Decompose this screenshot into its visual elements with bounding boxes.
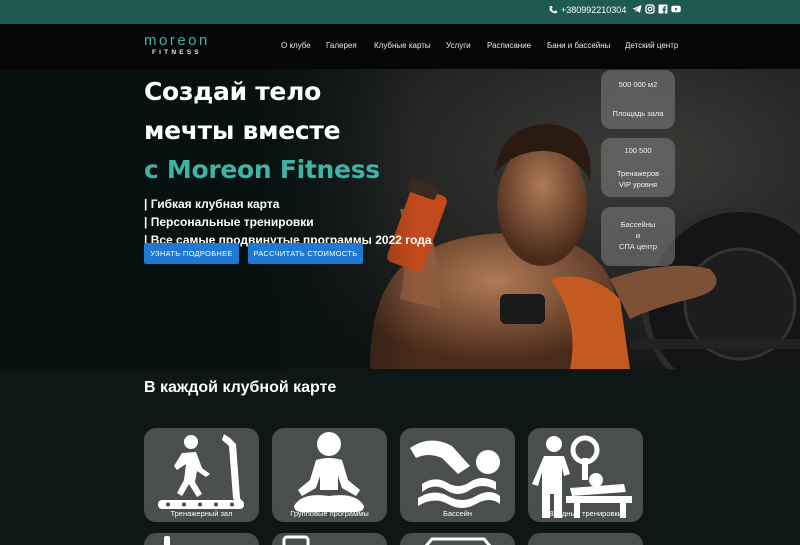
benefit-item: | Персональные тренировки [144,215,314,229]
nav-item-schedule[interactable]: Расписание [487,41,531,50]
learn-more-button[interactable]: УЗНАТЬ ПОДРОБНЕЕ [144,243,239,264]
card-label: Вводные тренировки [549,509,622,518]
main-nav: moreon FITNESS О клубе Галерея Клубные к… [0,24,800,69]
instagram-icon[interactable] [645,4,655,14]
parking-icon [282,535,310,545]
stat-label: Тренажеров [616,169,660,178]
feature-card-row2-1[interactable] [144,533,259,545]
feature-card-gym[interactable]: Тренажерный зал [144,428,259,522]
phone-link[interactable]: +380992210304 [548,5,626,15]
fitness-icon [528,533,643,545]
stat-card-pools: Бассейны и СПА центр [601,207,675,266]
hero-title-line-3: с Moreon Fitness [144,155,380,184]
benefit-item: | Гибкая клубная карта [144,197,280,211]
card-label: Групповые программы [290,509,369,518]
stat-value: 500 000 м2 [618,80,658,89]
spa-icon [424,537,492,545]
telegram-icon[interactable] [632,4,642,14]
nav-item-about[interactable]: О клубе [281,41,311,50]
nav-item-services[interactable]: Услуги [446,41,471,50]
hero-title-line-2: мечты вместе [144,116,341,145]
swimmer-icon [410,440,500,508]
hero-benefits-list: | Гибкая клубная карта | Персональные тр… [144,195,432,249]
top-bar: +380992210304 [0,0,800,24]
nav-menu: О клубе Галерея Клубные карты Услуги Рас… [0,41,800,53]
phone-number: +380992210304 [561,5,627,15]
feature-card-row2-4[interactable] [528,533,643,545]
phone-icon [549,6,557,14]
feature-card-group[interactable]: Групповые программы [272,428,387,522]
dumbbell-icon [164,536,170,545]
card-label: Бассейн [442,509,473,518]
nav-item-gallery[interactable]: Галерея [326,41,357,50]
stat-label: и [635,231,641,240]
feature-card-row2-2[interactable] [272,533,387,545]
social-links [632,4,681,14]
stat-card-equipment: 100 500 Тренажеров VIP уровня [601,138,675,197]
treadmill-runner-icon [158,434,244,509]
personal-trainer-icon [532,435,632,518]
stat-label: VIP уровня [618,180,658,189]
hero-title-line-1: Создай тело [144,77,321,106]
facebook-icon[interactable] [658,4,668,14]
feature-card-intro-training[interactable]: Вводные тренировки [528,428,643,522]
nav-item-baths-pools[interactable]: Бани и бассейны [547,41,610,50]
youtube-icon[interactable] [671,4,681,14]
stat-label: СПА центр [618,242,658,251]
nav-item-kids-center[interactable]: Детский центр [625,41,678,50]
feature-card-pool[interactable]: Бассейн [400,428,515,522]
feature-card-row2-3[interactable] [400,533,515,545]
stat-label: Площадь зала [612,109,664,118]
hero-section: Создай тело мечты вместе с Moreon Fitnes… [0,69,800,369]
stat-value: Бассейны [620,220,656,229]
section-title: В каждой клубной карте [144,379,337,396]
calculate-cost-button[interactable]: РАССЧИТАТЬ СТОИМОСТЬ [248,243,363,264]
nav-item-club-cards[interactable]: Клубные карты [374,41,431,50]
stat-card-area: 500 000 м2 Площадь зала [601,70,675,129]
stat-value: 100 500 [624,146,652,155]
yoga-pose-icon [294,432,364,512]
card-label: Тренажерный зал [170,509,233,518]
